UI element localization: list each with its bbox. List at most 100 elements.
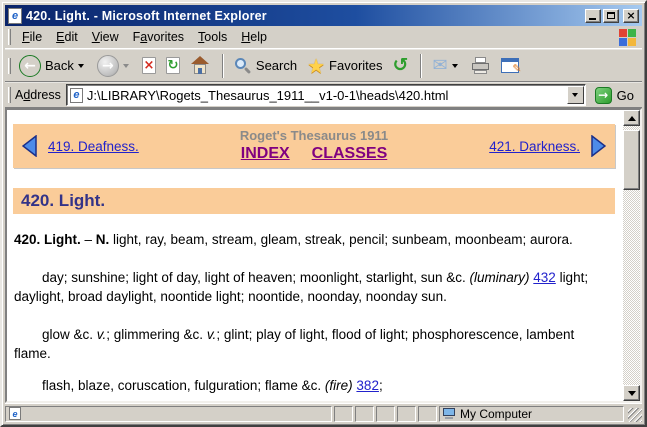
refresh-icon: ↻: [165, 57, 180, 74]
forward-dropdown-icon[interactable]: [122, 63, 129, 68]
history-button[interactable]: ↺: [389, 54, 413, 77]
text-segment: light, ray, beam, stream, gleam, streak,…: [109, 232, 573, 247]
print-icon: [471, 57, 491, 74]
window-title: 420. Light. - Microsoft Internet Explore…: [26, 8, 267, 23]
back-icon: ←: [19, 54, 41, 77]
thesaurus-nav-header: 419. Deafness. Roget's Thesaurus 1911 IN…: [13, 124, 615, 168]
mail-dropdown-icon[interactable]: [451, 63, 458, 68]
back-dropdown-icon[interactable]: [77, 63, 84, 68]
text-segment: day; sunshine; light of day, light of he…: [42, 270, 470, 285]
edit-document-icon: ✎: [500, 58, 522, 75]
refresh-button[interactable]: ↻: [162, 55, 184, 76]
document-text: 420. Light. – N. light, ray, beam, strea…: [14, 230, 609, 395]
menu-bar: File Edit View Favorites Tools Help: [5, 26, 642, 49]
page-content: 419. Deafness. Roget's Thesaurus 1911 IN…: [7, 110, 623, 401]
back-label: Back: [45, 58, 74, 73]
zone-label: My Computer: [460, 406, 533, 421]
status-bar: e My Computer: [5, 403, 642, 422]
edit-button[interactable]: ✎: [497, 56, 523, 75]
inline-link[interactable]: 382: [356, 378, 379, 393]
minimize-button[interactable]: [585, 8, 601, 23]
search-button[interactable]: Search: [230, 55, 301, 77]
paragraph: glow &c. v.; glimmering &c. v.; glint; p…: [14, 325, 609, 363]
history-icon: ↺: [392, 54, 409, 76]
back-button[interactable]: ← Back: [15, 53, 91, 79]
home-button[interactable]: [186, 54, 214, 77]
favorites-button[interactable]: ★ Favorites: [303, 54, 386, 78]
status-pane: [334, 405, 353, 422]
address-bar: Address e J:\LIBRARY\Rogets_Thesaurus_19…: [5, 82, 642, 108]
scroll-down-button[interactable]: [623, 385, 640, 401]
prev-head-link[interactable]: 419. Deafness.: [48, 139, 139, 154]
menu-view[interactable]: View: [85, 28, 126, 46]
address-label: Address: [15, 88, 61, 102]
scrollbar-thumb[interactable]: [623, 130, 640, 190]
mail-icon: ✉: [432, 54, 448, 76]
forward-icon: →: [96, 54, 119, 77]
address-input[interactable]: J:\LIBRARY\Rogets_Thesaurus_1911__v1-0-1…: [87, 88, 567, 103]
toolbar-grip[interactable]: [8, 87, 11, 103]
status-pane: [376, 405, 395, 422]
scroll-up-button[interactable]: [623, 110, 640, 126]
vertical-scrollbar[interactable]: [623, 110, 640, 401]
prev-arrow-icon[interactable]: [22, 135, 38, 157]
go-label: Go: [616, 87, 634, 103]
status-pane: [355, 405, 374, 422]
next-arrow-icon[interactable]: [590, 135, 606, 157]
toolbar-grip[interactable]: [8, 57, 11, 74]
text-segment: flash, blaze, coruscation, fulguration; …: [42, 378, 325, 393]
text-segment: v.: [206, 327, 217, 342]
status-page-icon: e: [9, 407, 21, 420]
favorites-label: Favorites: [329, 58, 383, 73]
maximize-button[interactable]: [603, 8, 619, 23]
menu-file[interactable]: File: [15, 28, 49, 46]
menu-help[interactable]: Help: [234, 28, 274, 46]
menu-tools[interactable]: Tools: [191, 28, 234, 46]
toolbar-separator: [221, 53, 224, 78]
text-segment: (luminary): [469, 270, 530, 285]
index-link[interactable]: INDEX: [241, 145, 290, 162]
address-combo[interactable]: e J:\LIBRARY\Rogets_Thesaurus_1911__v1-0…: [65, 84, 586, 106]
text-segment: N.: [95, 232, 110, 247]
go-button[interactable]: → Go: [591, 86, 639, 105]
text-segment: –: [80, 232, 96, 247]
head-title: 420. Light.: [13, 188, 615, 214]
standard-toolbar: ← Back → × ↻ Search ★ Favorites ↺ ✉ ✎: [5, 49, 642, 82]
print-button[interactable]: [467, 55, 495, 76]
status-main-pane: e: [5, 405, 332, 422]
paragraph: 420. Light. – N. light, ray, beam, strea…: [14, 230, 609, 249]
mail-button[interactable]: ✉: [428, 55, 464, 77]
menu-edit[interactable]: Edit: [49, 28, 85, 46]
classes-link[interactable]: CLASSES: [312, 145, 388, 162]
address-dropdown-button[interactable]: [566, 86, 584, 104]
scroll-up-icon: [627, 115, 636, 121]
close-button[interactable]: ×: [623, 8, 639, 23]
title-bar: e 420. Light. - Microsoft Internet Explo…: [5, 5, 642, 26]
paragraph: day; sunshine; light of day, light of he…: [14, 268, 609, 306]
search-label: Search: [255, 58, 298, 73]
next-head-link[interactable]: 421. Darkness.: [489, 139, 580, 154]
security-zone-pane: My Computer: [439, 405, 624, 422]
close-icon: ×: [626, 9, 636, 22]
browser-window: e 420. Light. - Microsoft Internet Explo…: [0, 0, 647, 427]
stop-button[interactable]: ×: [138, 55, 160, 76]
ie-app-icon: e: [8, 7, 22, 24]
text-segment: v.: [96, 327, 107, 342]
status-pane: [397, 405, 416, 422]
favorites-star-icon: ★: [307, 53, 326, 78]
thesaurus-title: Roget's Thesaurus 1911: [239, 127, 389, 143]
edit-pencil-icon: ✎: [512, 62, 522, 75]
resize-grip[interactable]: [628, 408, 642, 422]
text-segment: ; glimmering &c.: [106, 327, 207, 342]
minimize-icon: [589, 17, 596, 20]
forward-button[interactable]: →: [93, 53, 136, 79]
stop-icon: ×: [141, 57, 156, 74]
text-segment: glow &c.: [42, 327, 97, 342]
toolbar-grip[interactable]: [8, 29, 11, 45]
scroll-down-icon: [627, 390, 636, 396]
menu-favorites[interactable]: Favorites: [126, 28, 191, 46]
chevron-down-icon: [572, 93, 579, 97]
my-computer-icon: [443, 408, 455, 419]
inline-link[interactable]: 432: [533, 270, 556, 285]
text-segment: ;: [378, 378, 383, 393]
